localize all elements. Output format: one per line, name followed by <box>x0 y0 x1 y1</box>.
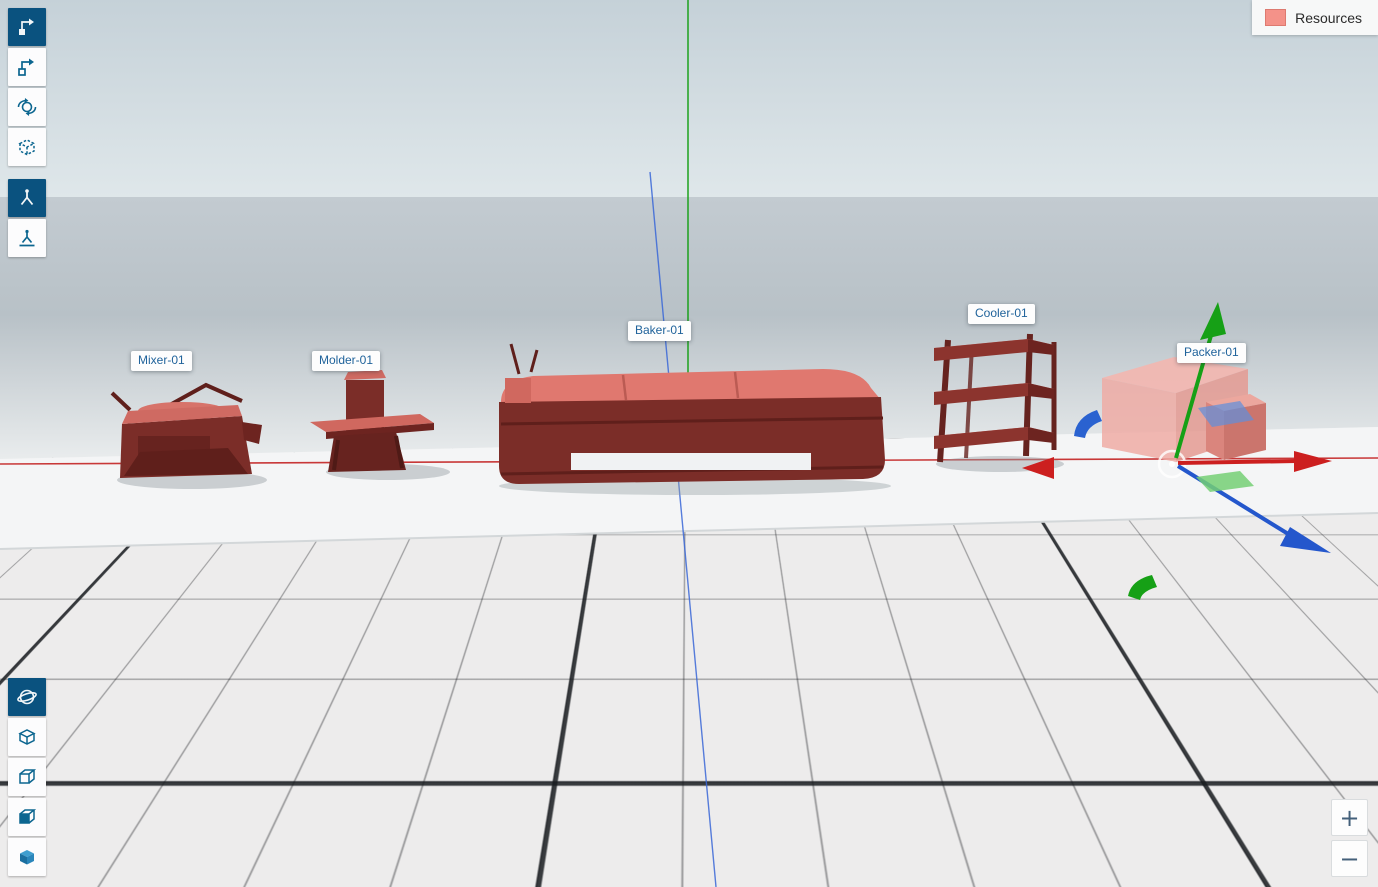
orbit-view-button[interactable] <box>8 678 46 716</box>
zoom-out-button[interactable]: − <box>1331 840 1368 877</box>
machine-label-baker[interactable]: Baker-01 <box>628 321 691 341</box>
attach-tool-button[interactable] <box>8 219 46 257</box>
resources-legend: Resources <box>1252 0 1378 35</box>
toolbar-divider <box>8 168 46 177</box>
machine-label-molder[interactable]: Molder-01 <box>312 351 380 371</box>
cube-plane-icon <box>16 806 38 828</box>
zoom-in-button[interactable]: + <box>1331 799 1368 836</box>
cube-solid-icon <box>16 846 38 868</box>
place-arrow-icon <box>16 56 38 78</box>
iso-view-button[interactable] <box>8 718 46 756</box>
cube-wire-icon <box>16 726 38 748</box>
viewport-3d[interactable]: Mixer-01 Molder-01 Baker-01 Cooler-01 Pa… <box>0 0 1378 887</box>
rotate-tool-button[interactable] <box>8 88 46 126</box>
gizmo-x-arrow[interactable] <box>1178 461 1296 463</box>
gizmo-origin-dot <box>1169 461 1175 467</box>
solid-view-button[interactable] <box>8 838 46 876</box>
face-view-button[interactable] <box>8 758 46 796</box>
orbit-sphere-icon <box>16 686 38 708</box>
interact-tool-button[interactable] <box>8 179 46 217</box>
view-toolbar <box>8 678 46 876</box>
zoom-controls: + − <box>1331 799 1368 877</box>
resource-color-swatch <box>1265 9 1286 26</box>
bounding-box-tool-button[interactable] <box>8 128 46 166</box>
gizmo-z-arrowhead[interactable] <box>1280 527 1331 553</box>
scene-canvas <box>0 0 1378 887</box>
manipulation-toolbar <box>8 8 46 257</box>
sky <box>0 0 1378 197</box>
bounding-box-icon <box>16 136 38 158</box>
rotate-orbit-icon <box>16 96 38 118</box>
machine-label-mixer[interactable]: Mixer-01 <box>131 351 192 371</box>
machine-label-packer[interactable]: Packer-01 <box>1177 343 1246 363</box>
joint-icon <box>16 187 38 209</box>
place-tool-button[interactable] <box>8 48 46 86</box>
move-arrow-icon <box>16 16 38 38</box>
gizmo-y-rotate-handle[interactable] <box>1128 575 1157 600</box>
move-tool-button[interactable] <box>8 8 46 46</box>
machine-label-cooler[interactable]: Cooler-01 <box>968 304 1035 324</box>
resources-legend-label: Resources <box>1295 10 1362 26</box>
plane-view-button[interactable] <box>8 798 46 836</box>
cube-face-icon <box>16 766 38 788</box>
joint-base-icon <box>16 227 38 249</box>
